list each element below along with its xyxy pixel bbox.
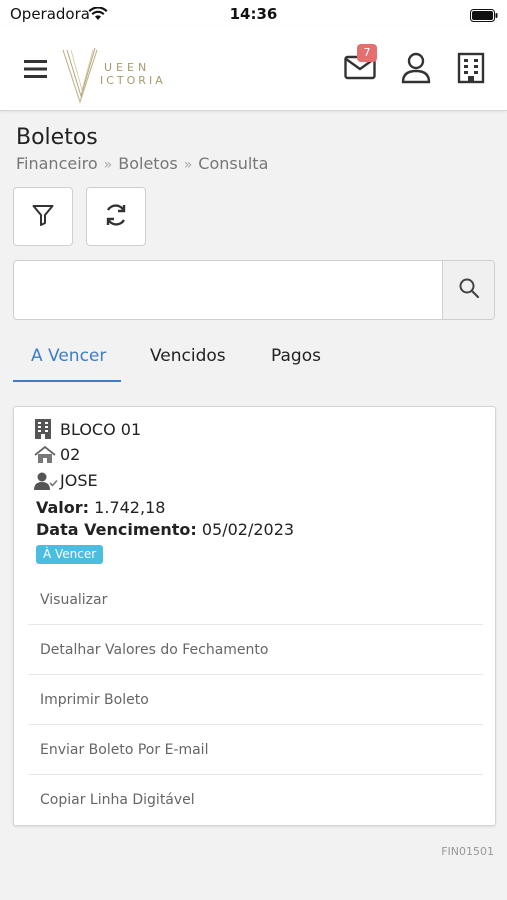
valor-row: Valor: 1.742,18 — [36, 498, 165, 517]
user-icon[interactable] — [401, 52, 431, 88]
app-header: UEEN ICTORIA 7 — [0, 26, 507, 111]
menu-icon[interactable] — [24, 59, 48, 83]
logo-text-queen: UEEN — [104, 61, 151, 74]
user-check-icon — [34, 472, 60, 490]
valor-value: 1.742,18 — [94, 498, 166, 517]
boleto-card: BLOCO 01 02 JOSE Valor: 1.742,18 Data Ve… — [13, 406, 496, 826]
breadcrumb-item-financeiro[interactable]: Financeiro — [16, 154, 98, 173]
tab-vencidos[interactable]: Vencidos — [150, 346, 226, 366]
detalhar-valores-action[interactable]: Detalhar Valores do Fechamento — [28, 625, 483, 675]
copiar-linha-action[interactable]: Copiar Linha Digitável — [28, 775, 483, 825]
vencimento-value: 05/02/2023 — [201, 520, 295, 539]
valor-label: Valor: — [36, 498, 90, 517]
breadcrumb-separator-icon: » — [103, 157, 113, 173]
queen-victoria-logo: UEEN ICTORIA — [60, 46, 190, 106]
bloco-value: BLOCO 01 — [60, 419, 142, 439]
notification-count-badge: 7 — [357, 44, 377, 62]
battery-icon — [470, 7, 498, 26]
breadcrumb-separator-icon: » — [183, 157, 193, 173]
action-list: Visualizar Detalhar Valores do Fechament… — [28, 575, 483, 825]
search-icon — [458, 277, 480, 303]
screen-code: FIN01501 — [441, 845, 494, 858]
filter-button[interactable] — [13, 187, 73, 246]
unit-value: 02 — [60, 445, 81, 464]
search-button[interactable] — [442, 261, 494, 319]
status-badge: À Vencer — [36, 545, 104, 564]
page-title: Boletos — [16, 125, 98, 150]
tab-bar: A Vencer Vencidos Pagos — [13, 334, 495, 382]
enviar-email-action[interactable]: Enviar Boleto Por E-mail — [28, 725, 483, 775]
tab-a-vencer[interactable]: A Vencer — [31, 346, 106, 366]
resident-name: JOSE — [60, 471, 98, 490]
unit-row: 02 — [34, 445, 80, 464]
visualizar-action[interactable]: Visualizar — [28, 575, 483, 625]
status-bar: Operadora 14:36 — [0, 0, 507, 26]
logo-text-victoria: ICTORIA — [100, 74, 166, 87]
active-tab-indicator — [13, 380, 121, 382]
vencimento-row: Data Vencimento: 05/02/2023 — [36, 520, 294, 539]
resident-row: JOSE — [34, 471, 98, 490]
breadcrumb-item-boletos[interactable]: Boletos — [118, 154, 177, 173]
vencimento-label: Data Vencimento: — [36, 520, 197, 539]
filter-icon — [31, 203, 55, 231]
bloco-row: BLOCO 01 — [34, 419, 141, 439]
refresh-button[interactable] — [86, 187, 146, 246]
tab-pagos[interactable]: Pagos — [271, 346, 321, 366]
breadcrumb-item-consulta: Consulta — [198, 154, 269, 173]
building-icon[interactable] — [457, 52, 485, 88]
search-input[interactable] — [14, 261, 444, 319]
home-icon — [34, 445, 60, 464]
building-icon — [34, 419, 60, 439]
clock-label: 14:36 — [229, 5, 278, 23]
search-box — [13, 260, 495, 320]
imprimir-boleto-action[interactable]: Imprimir Boleto — [28, 675, 483, 725]
breadcrumb: Financeiro » Boletos » Consulta — [16, 154, 268, 173]
refresh-icon — [103, 202, 129, 232]
